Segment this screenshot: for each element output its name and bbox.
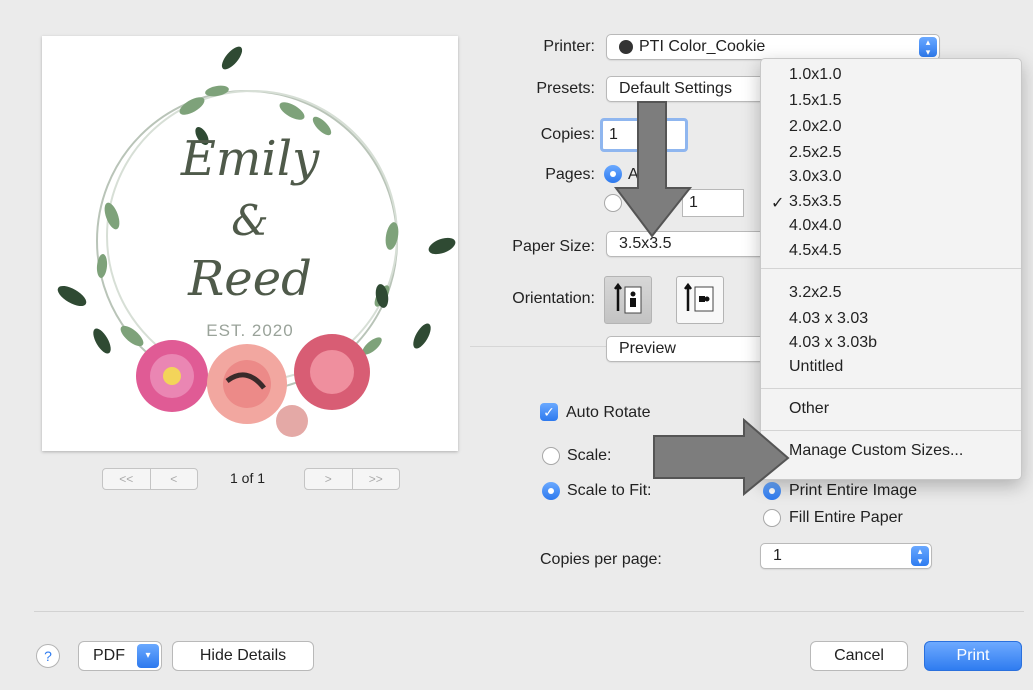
hide-details-button[interactable]: Hide Details: [172, 641, 314, 671]
paper-size-option[interactable]: 3.2x2.5: [789, 284, 841, 302]
preview-name-1: Emily: [180, 131, 320, 187]
section-value: Preview: [619, 340, 676, 357]
print-preview: Emily & Reed EST. 2020: [42, 36, 458, 451]
print-button[interactable]: Print: [924, 641, 1022, 671]
scale-radio[interactable]: [542, 447, 560, 465]
orientation-landscape-button[interactable]: [676, 276, 724, 324]
cancel-label: Cancel: [834, 647, 884, 664]
down-arrow-annotation: [614, 101, 693, 238]
help-button[interactable]: ?: [36, 644, 60, 668]
paper-size-option[interactable]: 4.03 x 3.03: [789, 310, 868, 328]
copies-per-page-value: 1: [773, 547, 782, 564]
right-arrow-annotation: [653, 418, 790, 497]
fill-entire-paper-label: Fill Entire Paper: [789, 509, 903, 526]
printer-label: Printer:: [543, 38, 595, 55]
scale-to-fit-label: Scale to Fit:: [567, 482, 652, 499]
paper-size-option[interactable]: 2.5x2.5: [789, 144, 841, 162]
paper-size-option[interactable]: 3.0x3.0: [789, 168, 841, 186]
paper-size-option[interactable]: 2.0x2.0: [789, 118, 841, 136]
first-page-button[interactable]: <<: [103, 469, 151, 489]
printer-stepper-icon: ▴ ▾: [919, 37, 937, 57]
paper-size-option-selected[interactable]: 3.5x3.5: [789, 193, 841, 211]
orientation-portrait-button[interactable]: [604, 276, 652, 324]
previous-page-button[interactable]: <: [151, 469, 198, 489]
menu-separator: [761, 268, 1021, 269]
preview-ampersand: &: [231, 196, 269, 245]
paper-size-option[interactable]: 4.03 x 3.03b: [789, 334, 877, 352]
paper-size-menu: 1.0x1.0 1.5x1.5 2.0x2.0 2.5x2.5 3.0x3.0 …: [760, 58, 1022, 480]
paper-size-option[interactable]: Untitled: [789, 358, 843, 376]
menu-separator: [761, 388, 1021, 389]
landscape-icon: [684, 282, 714, 312]
paper-size-option[interactable]: 1.0x1.0: [789, 66, 841, 84]
paper-size-option[interactable]: 4.0x4.0: [789, 217, 841, 235]
printer-value: PTI Color_Cookie: [639, 38, 766, 55]
hide-details-label: Hide Details: [199, 647, 287, 664]
presets-label: Presets:: [536, 80, 595, 97]
preview-established: EST. 2020: [206, 321, 294, 340]
paper-size-option[interactable]: 4.5x4.5: [789, 242, 841, 260]
page-indicator: 1 of 1: [230, 470, 266, 486]
menu-separator: [761, 430, 1021, 431]
last-page-button[interactable]: >>: [353, 469, 400, 489]
copies-per-page-label: Copies per page:: [540, 551, 662, 568]
paper-size-other[interactable]: Other: [789, 400, 829, 418]
preview-name-2: Reed: [188, 251, 312, 307]
printer-select[interactable]: PTI Color_Cookie ▴ ▾: [606, 34, 940, 60]
presets-select[interactable]: Default Settings: [606, 76, 776, 102]
next-page-button[interactable]: >: [305, 469, 353, 489]
pdf-menu-button[interactable]: PDF ▾: [78, 641, 162, 671]
copies-label: Copies:: [540, 126, 595, 143]
printer-status-icon: [619, 40, 633, 54]
print-entire-image-label: Print Entire Image: [789, 482, 918, 499]
scale-to-fit-radio[interactable]: [542, 482, 560, 500]
auto-rotate-label: Auto Rotate: [566, 404, 651, 421]
copies-per-page-stepper-icon: ▴ ▾: [911, 546, 929, 566]
print-label: Print: [956, 647, 990, 664]
section-select[interactable]: Preview: [606, 336, 776, 362]
preview-nav-back: << <: [102, 468, 198, 490]
manage-custom-sizes[interactable]: Manage Custom Sizes...: [789, 442, 963, 460]
paper-size-label: Paper Size:: [512, 238, 595, 255]
preview-nav-forward: > >>: [304, 468, 400, 490]
portrait-icon: [614, 282, 642, 314]
pdf-dropdown-icon: ▾: [137, 644, 159, 668]
scale-label: Scale:: [567, 447, 612, 464]
copies-per-page-select[interactable]: 1 ▴ ▾: [760, 543, 932, 569]
auto-rotate-checkbox[interactable]: ✓: [540, 403, 558, 421]
footer-divider: [34, 611, 1024, 612]
paper-size-option[interactable]: 1.5x1.5: [789, 92, 841, 110]
pdf-label: PDF: [93, 647, 125, 664]
presets-value: Default Settings: [619, 80, 732, 97]
selected-checkmark-icon: ✓: [771, 195, 785, 212]
cancel-button[interactable]: Cancel: [810, 641, 908, 671]
orientation-label: Orientation:: [512, 290, 595, 307]
help-icon: ?: [44, 648, 52, 664]
pages-label: Pages:: [545, 166, 595, 183]
fill-entire-paper-radio[interactable]: [763, 509, 781, 527]
